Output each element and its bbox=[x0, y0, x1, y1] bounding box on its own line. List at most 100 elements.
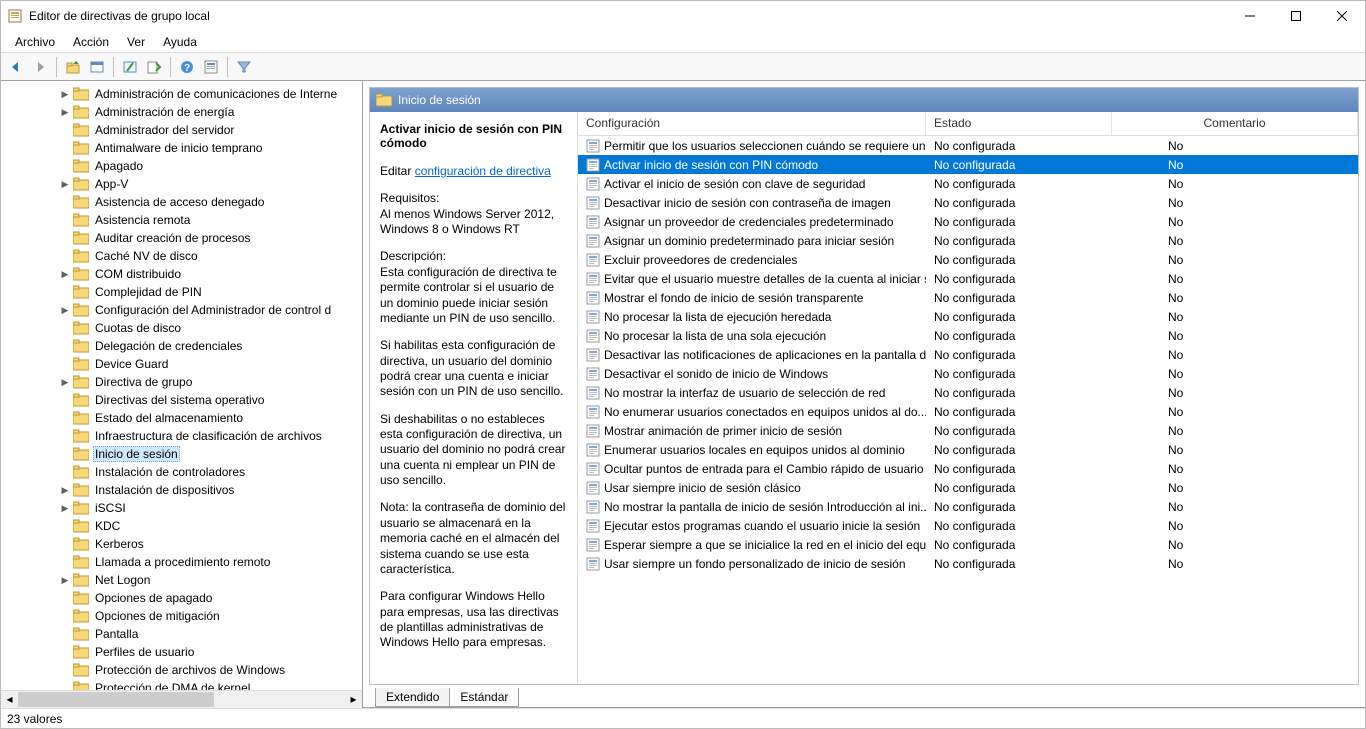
list-row[interactable]: Mostrar animación de primer inicio de se… bbox=[578, 421, 1358, 440]
menu-accion[interactable]: Acción bbox=[65, 33, 117, 51]
tree-item[interactable]: ▶iSCSI bbox=[1, 499, 362, 517]
list-row[interactable]: Asignar un dominio predeterminado para i… bbox=[578, 231, 1358, 250]
list-row[interactable]: Enumerar usuarios locales en equipos uni… bbox=[578, 440, 1358, 459]
scroll-track[interactable] bbox=[18, 691, 345, 708]
tree-item[interactable]: ▶COM distribuido bbox=[1, 265, 362, 283]
list-row[interactable]: Asignar un proveedor de credenciales pre… bbox=[578, 212, 1358, 231]
folder-icon bbox=[73, 681, 89, 690]
list-row[interactable]: Desactivar las notificaciones de aplicac… bbox=[578, 345, 1358, 364]
col-comment-header[interactable]: Comentario bbox=[1112, 112, 1358, 135]
list-body[interactable]: Permitir que los usuarios seleccionen cu… bbox=[578, 136, 1358, 684]
maximize-button[interactable] bbox=[1273, 1, 1319, 31]
chevron-right-icon[interactable]: ▶ bbox=[59, 88, 71, 100]
tree-item[interactable]: Estado del almacenamiento bbox=[1, 409, 362, 427]
tree-item[interactable]: ▶Directiva de grupo bbox=[1, 373, 362, 391]
close-button[interactable] bbox=[1319, 1, 1365, 31]
tree-item[interactable]: Pantalla bbox=[1, 625, 362, 643]
tree[interactable]: ▶Administración de comunicaciones de Int… bbox=[1, 81, 362, 690]
chevron-right-icon[interactable]: ▶ bbox=[59, 304, 71, 316]
tree-item[interactable]: Auditar creación de procesos bbox=[1, 229, 362, 247]
list-row[interactable]: Ocultar puntos de entrada para el Cambio… bbox=[578, 459, 1358, 478]
tree-item[interactable]: Protección de archivos de Windows bbox=[1, 661, 362, 679]
tree-item[interactable]: Administrador del servidor bbox=[1, 121, 362, 139]
tree-hscrollbar[interactable]: ◂ ▸ bbox=[1, 690, 362, 707]
up-button[interactable] bbox=[62, 56, 84, 78]
chevron-right-icon[interactable]: ▶ bbox=[59, 106, 71, 118]
tree-item[interactable]: ▶Net Logon bbox=[1, 571, 362, 589]
tree-item[interactable]: ▶Instalación de dispositivos bbox=[1, 481, 362, 499]
list-row[interactable]: Activar el inicio de sesión con clave de… bbox=[578, 174, 1358, 193]
scroll-left-icon[interactable]: ◂ bbox=[1, 691, 18, 708]
chevron-right-icon[interactable]: ▶ bbox=[59, 484, 71, 496]
back-button[interactable] bbox=[5, 56, 27, 78]
list-row[interactable]: No enumerar usuarios conectados en equip… bbox=[578, 402, 1358, 421]
tree-item[interactable]: Complejidad de PIN bbox=[1, 283, 362, 301]
show-hide-console-button[interactable] bbox=[86, 56, 108, 78]
tree-item[interactable]: Caché NV de disco bbox=[1, 247, 362, 265]
chevron-right-icon[interactable]: ▶ bbox=[59, 178, 71, 190]
refresh-button[interactable] bbox=[119, 56, 141, 78]
tree-item[interactable]: Cuotas de disco bbox=[1, 319, 362, 337]
tree-item[interactable]: Infraestructura de clasificación de arch… bbox=[1, 427, 362, 445]
chevron-right-icon[interactable]: ▶ bbox=[59, 376, 71, 388]
tree-item[interactable]: Instalación de controladores bbox=[1, 463, 362, 481]
properties-button[interactable] bbox=[200, 56, 222, 78]
help-button[interactable]: ? bbox=[176, 56, 198, 78]
tree-item[interactable]: ▶App-V bbox=[1, 175, 362, 193]
col-config-header[interactable]: Configuración bbox=[578, 112, 926, 135]
tree-item[interactable]: Apagado bbox=[1, 157, 362, 175]
list-row[interactable]: Usar siempre inicio de sesión clásicoNo … bbox=[578, 478, 1358, 497]
export-button[interactable] bbox=[143, 56, 165, 78]
tree-item[interactable]: Kerberos bbox=[1, 535, 362, 553]
list-row[interactable]: No procesar la lista de una sola ejecuci… bbox=[578, 326, 1358, 345]
list-row[interactable]: Desactivar inicio de sesión con contrase… bbox=[578, 193, 1358, 212]
tree-item[interactable]: ▶Administración de energía bbox=[1, 103, 362, 121]
list-row[interactable]: Activar inicio de sesión con PIN cómodoN… bbox=[578, 155, 1358, 174]
filter-button[interactable] bbox=[233, 56, 255, 78]
tree-item[interactable]: ▶Configuración del Administrador de cont… bbox=[1, 301, 362, 319]
tab-estandar[interactable]: Estándar bbox=[449, 688, 519, 707]
toolbar-separator bbox=[227, 57, 228, 77]
col-state-header[interactable]: Estado bbox=[926, 112, 1112, 135]
tree-item[interactable]: Delegación de credenciales bbox=[1, 337, 362, 355]
list-row[interactable]: Usar siempre un fondo personalizado de i… bbox=[578, 554, 1358, 573]
tree-item[interactable]: Opciones de apagado bbox=[1, 589, 362, 607]
tree-item[interactable]: KDC bbox=[1, 517, 362, 535]
tree-item[interactable]: Asistencia de acceso denegado bbox=[1, 193, 362, 211]
tree-item[interactable]: Asistencia remota bbox=[1, 211, 362, 229]
menu-archivo[interactable]: Archivo bbox=[7, 33, 63, 51]
tree-item[interactable]: Directivas del sistema operativo bbox=[1, 391, 362, 409]
tree-item[interactable]: Protección de DMA de kernel bbox=[1, 679, 362, 690]
menu-ayuda[interactable]: Ayuda bbox=[155, 33, 205, 51]
list-row[interactable]: Esperar siempre a que se inicialice la r… bbox=[578, 535, 1358, 554]
tree-item[interactable]: Inicio de sesión bbox=[1, 445, 362, 463]
tree-item[interactable]: Llamada a procedimiento remoto bbox=[1, 553, 362, 571]
chevron-right-icon[interactable]: ▶ bbox=[59, 268, 71, 280]
list-row[interactable]: No mostrar la interfaz de usuario de sel… bbox=[578, 383, 1358, 402]
list-row[interactable]: Ejecutar estos programas cuando el usuar… bbox=[578, 516, 1358, 535]
minimize-button[interactable] bbox=[1227, 1, 1273, 31]
list-row[interactable]: Evitar que el usuario muestre detalles d… bbox=[578, 269, 1358, 288]
setting-comment: No bbox=[1112, 557, 1358, 571]
setting-state: No configurada bbox=[926, 310, 1112, 324]
forward-button[interactable] bbox=[29, 56, 51, 78]
tree-item[interactable]: Opciones de mitigación bbox=[1, 607, 362, 625]
chevron-right-icon[interactable]: ▶ bbox=[59, 574, 71, 586]
tab-extendido[interactable]: Extendido bbox=[375, 688, 449, 707]
list-row[interactable]: Permitir que los usuarios seleccionen cu… bbox=[578, 136, 1358, 155]
tree-item[interactable]: Antimalware de inicio temprano bbox=[1, 139, 362, 157]
list-row[interactable]: Desactivar el sonido de inicio de Window… bbox=[578, 364, 1358, 383]
list-row[interactable]: Mostrar el fondo de inicio de sesión tra… bbox=[578, 288, 1358, 307]
folder-icon bbox=[73, 519, 89, 533]
tree-item[interactable]: Perfiles de usuario bbox=[1, 643, 362, 661]
list-row[interactable]: Excluir proveedores de credencialesNo co… bbox=[578, 250, 1358, 269]
list-row[interactable]: No procesar la lista de ejecución hereda… bbox=[578, 307, 1358, 326]
menu-ver[interactable]: Ver bbox=[119, 33, 153, 51]
edit-link[interactable]: configuración de directiva bbox=[415, 164, 551, 178]
scroll-right-icon[interactable]: ▸ bbox=[345, 691, 362, 708]
scroll-thumb[interactable] bbox=[18, 692, 214, 707]
chevron-right-icon[interactable]: ▶ bbox=[59, 502, 71, 514]
tree-item[interactable]: ▶Administración de comunicaciones de Int… bbox=[1, 85, 362, 103]
list-row[interactable]: No mostrar la pantalla de inicio de sesi… bbox=[578, 497, 1358, 516]
tree-item[interactable]: Device Guard bbox=[1, 355, 362, 373]
